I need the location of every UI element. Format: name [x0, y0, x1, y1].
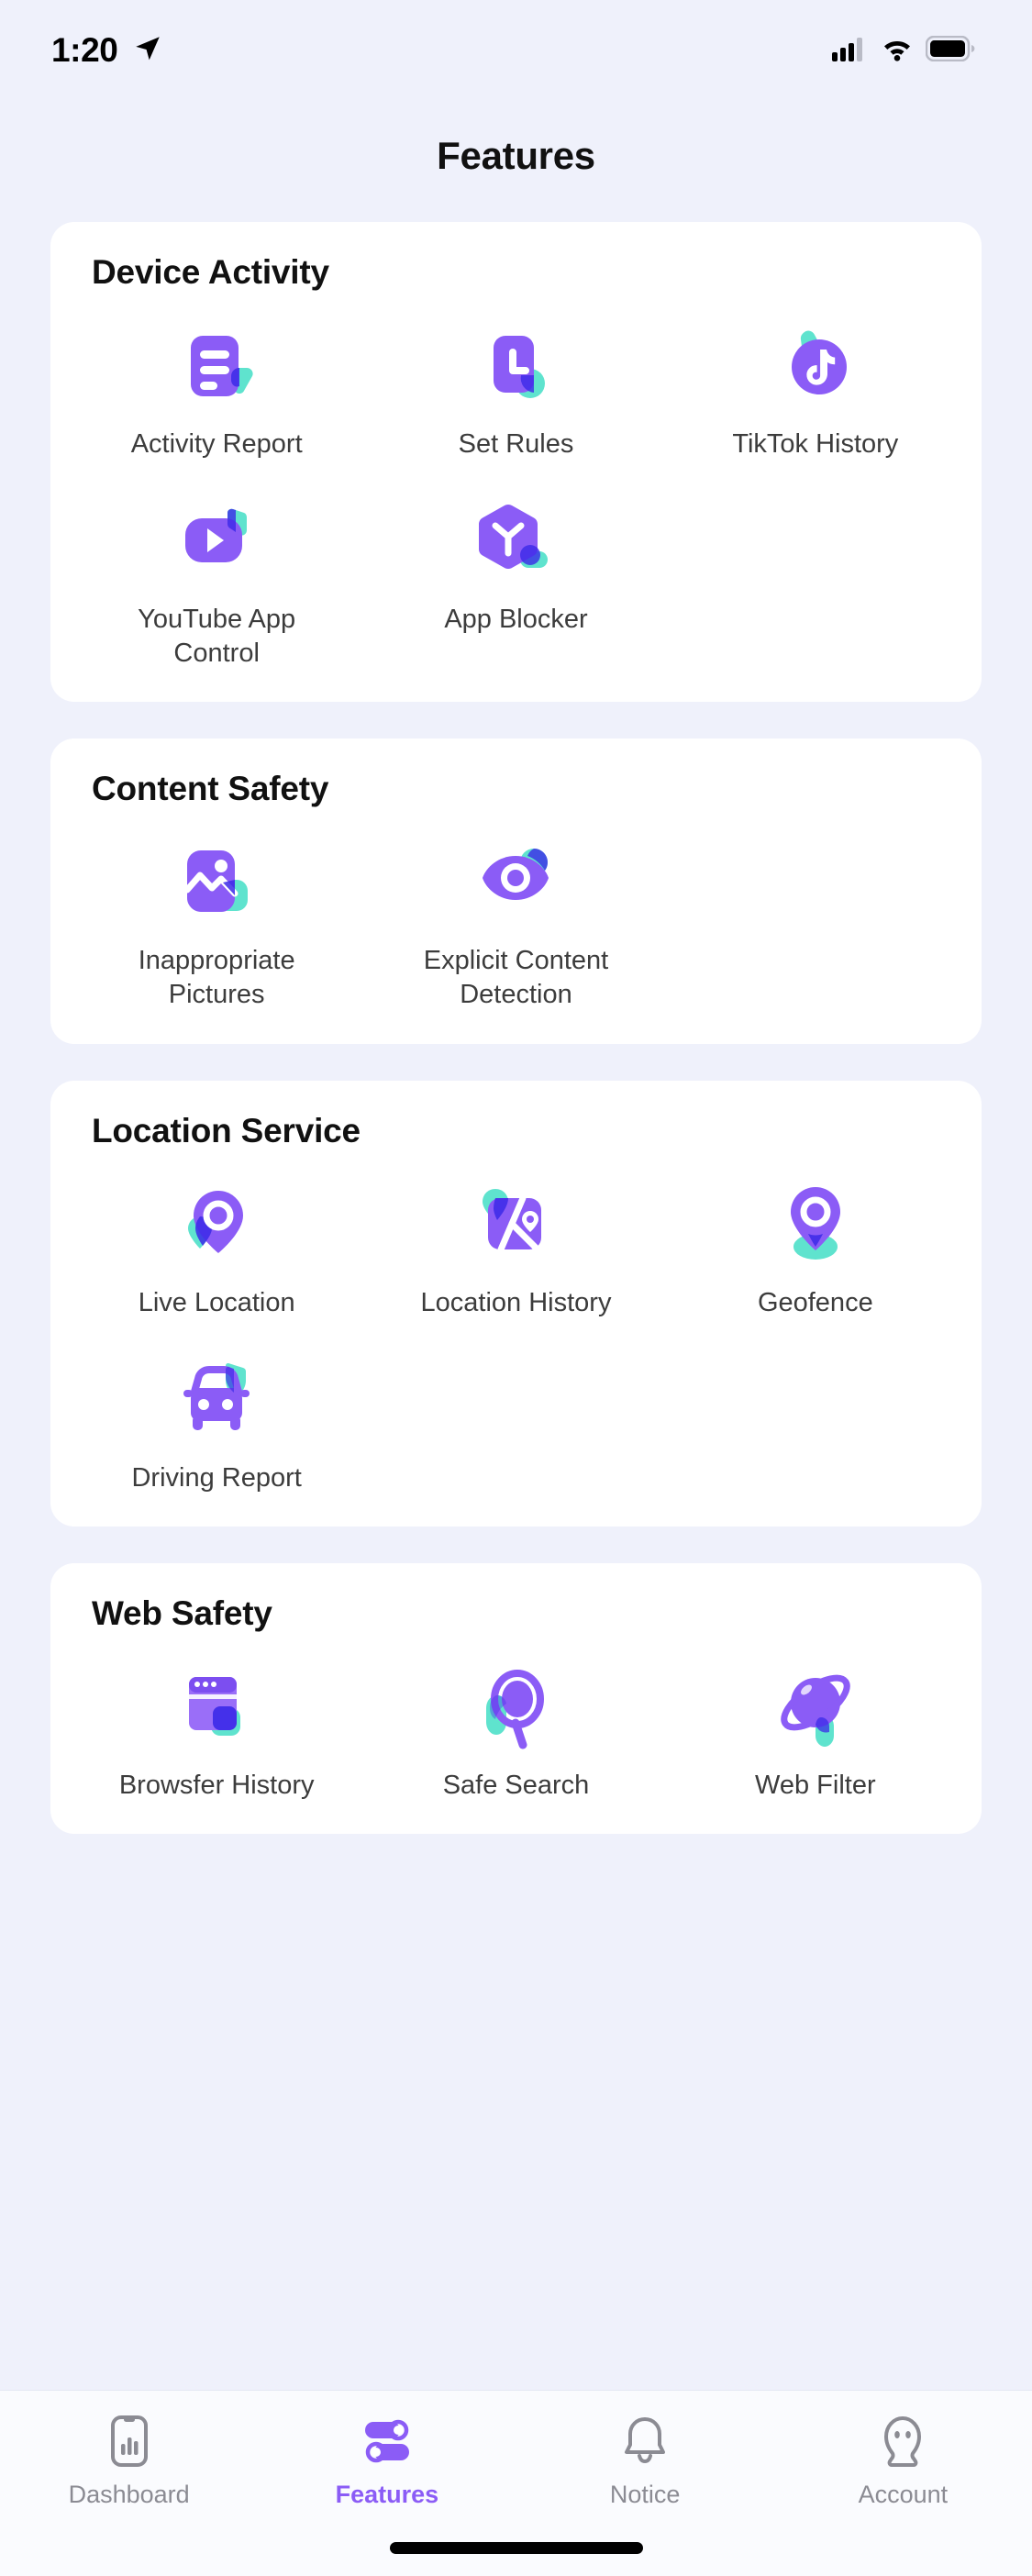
- status-bar-left: 1:20: [51, 31, 163, 70]
- feature-item-set-rules[interactable]: Set Rules: [366, 292, 665, 467]
- browser-history-icon: [166, 1664, 267, 1752]
- location-arrow-icon: [132, 33, 163, 69]
- feature-item-geofence[interactable]: Geofence: [666, 1150, 965, 1326]
- app-screen: 1:20 Features Device Activity Activity R…: [0, 0, 1032, 2576]
- driving-report-car-icon: [166, 1357, 267, 1445]
- section-card-location-service: Location Service Live Location Location …: [50, 1080, 982, 1527]
- home-indicator[interactable]: [389, 2542, 643, 2554]
- feature-item-tiktok-history[interactable]: TikTok History: [666, 292, 965, 467]
- status-bar: 1:20: [0, 0, 1032, 101]
- section-title: Device Activity: [92, 253, 329, 291]
- tabs: Dashboard Features Notice Account: [0, 2413, 1032, 2509]
- section-card-device-activity: Device Activity Activity Report Set Rule…: [50, 222, 982, 703]
- bottom-tab-bar: Dashboard Features Notice Account: [0, 2390, 1032, 2576]
- tiktok-history-icon: [765, 323, 866, 411]
- feature-label: Geofence: [757, 1287, 873, 1317]
- feature-item-empty: [666, 1326, 965, 1501]
- feature-item-activity-report[interactable]: Activity Report: [67, 292, 366, 467]
- feature-grid: Inappropriate Pictures Explicit Content …: [50, 808, 982, 1017]
- notice-bell-icon: [616, 2413, 673, 2470]
- safe-search-magnifier-icon: [465, 1664, 566, 1752]
- feature-item-safe-search[interactable]: Safe Search: [366, 1633, 665, 1808]
- features-sliders-icon: [359, 2413, 416, 2470]
- feature-label: TikTok History: [732, 429, 899, 459]
- tab-label: Dashboard: [68, 2481, 190, 2508]
- section-card-content-safety: Content Safety Inappropriate Pictures Ex…: [50, 738, 982, 1044]
- geofence-pin-icon: [765, 1182, 866, 1270]
- feature-item-explicit-content-detection[interactable]: Explicit Content Detection: [366, 808, 665, 1017]
- feature-label: Explicit Content Detection: [423, 946, 609, 1010]
- tab-label: Notice: [609, 2481, 681, 2508]
- feature-item-youtube-app-control[interactable]: YouTube App Control: [67, 467, 366, 676]
- feature-item-browser-history[interactable]: Browsfer History: [67, 1633, 366, 1808]
- tab-features[interactable]: Features: [258, 2413, 516, 2509]
- feature-label: Web Filter: [755, 1770, 876, 1800]
- page-title: Features: [437, 134, 595, 177]
- cellular-signal-icon: [832, 36, 869, 66]
- activity-report-icon: [166, 323, 267, 411]
- feature-label: Inappropriate Pictures: [138, 946, 295, 1010]
- feature-grid: Live Location Location History Geofence …: [50, 1150, 982, 1501]
- dashboard-phone-chart-icon: [101, 2413, 158, 2470]
- feature-item-empty: [366, 1326, 665, 1501]
- youtube-app-control-icon: [166, 498, 267, 586]
- set-rules-clock-icon: [465, 323, 566, 411]
- feature-label: Live Location: [138, 1287, 295, 1317]
- feature-label: Safe Search: [442, 1770, 590, 1800]
- feature-label: App Blocker: [444, 605, 588, 635]
- app-blocker-icon: [465, 498, 566, 586]
- account-person-icon: [874, 2413, 931, 2470]
- feature-label: Browsfer History: [118, 1770, 315, 1800]
- section-title: Web Safety: [92, 1593, 272, 1632]
- feature-label: Location History: [420, 1287, 612, 1317]
- explicit-content-detection-eye-icon: [465, 839, 566, 927]
- section-title: Location Service: [92, 1111, 361, 1149]
- tab-account[interactable]: Account: [774, 2413, 1032, 2509]
- status-bar-clock: 1:20: [51, 31, 118, 69]
- feature-label: YouTube App Control: [138, 605, 296, 669]
- tab-label: Features: [335, 2481, 439, 2508]
- feature-item-location-history[interactable]: Location History: [366, 1150, 665, 1326]
- feature-item-inappropriate-pictures[interactable]: Inappropriate Pictures: [67, 808, 366, 1017]
- tab-dashboard[interactable]: Dashboard: [0, 2413, 258, 2509]
- location-history-map-icon: [465, 1182, 566, 1270]
- feature-label: Activity Report: [130, 429, 303, 459]
- inappropriate-pictures-icon: [166, 839, 267, 927]
- feature-label: Set Rules: [458, 429, 574, 459]
- tab-label: Account: [858, 2481, 949, 2508]
- section-card-web-safety: Web Safety Browsfer History Safe Search …: [50, 1562, 982, 1834]
- feature-item-empty: [666, 808, 965, 1017]
- feature-item-live-location[interactable]: Live Location: [67, 1150, 366, 1326]
- feature-item-empty: [666, 467, 965, 676]
- feature-label: Driving Report: [131, 1462, 302, 1493]
- feature-grid: Browsfer History Safe Search Web Filter: [50, 1633, 982, 1808]
- tab-notice[interactable]: Notice: [516, 2413, 774, 2509]
- status-bar-right: [832, 35, 975, 66]
- wifi-icon: [880, 36, 915, 66]
- battery-full-icon: [925, 35, 975, 66]
- live-location-pin-icon: [166, 1182, 267, 1270]
- feature-item-web-filter[interactable]: Web Filter: [666, 1633, 965, 1808]
- feature-grid: Activity Report Set Rules TikTok History…: [50, 292, 982, 676]
- home-indicator-area: [0, 2509, 1032, 2576]
- feature-item-driving-report[interactable]: Driving Report: [67, 1326, 366, 1501]
- web-filter-planet-icon: [765, 1664, 866, 1752]
- features-list: Device Activity Activity Report Set Rule…: [0, 189, 1032, 2390]
- section-title: Content Safety: [92, 770, 329, 808]
- feature-item-app-blocker[interactable]: App Blocker: [366, 467, 665, 676]
